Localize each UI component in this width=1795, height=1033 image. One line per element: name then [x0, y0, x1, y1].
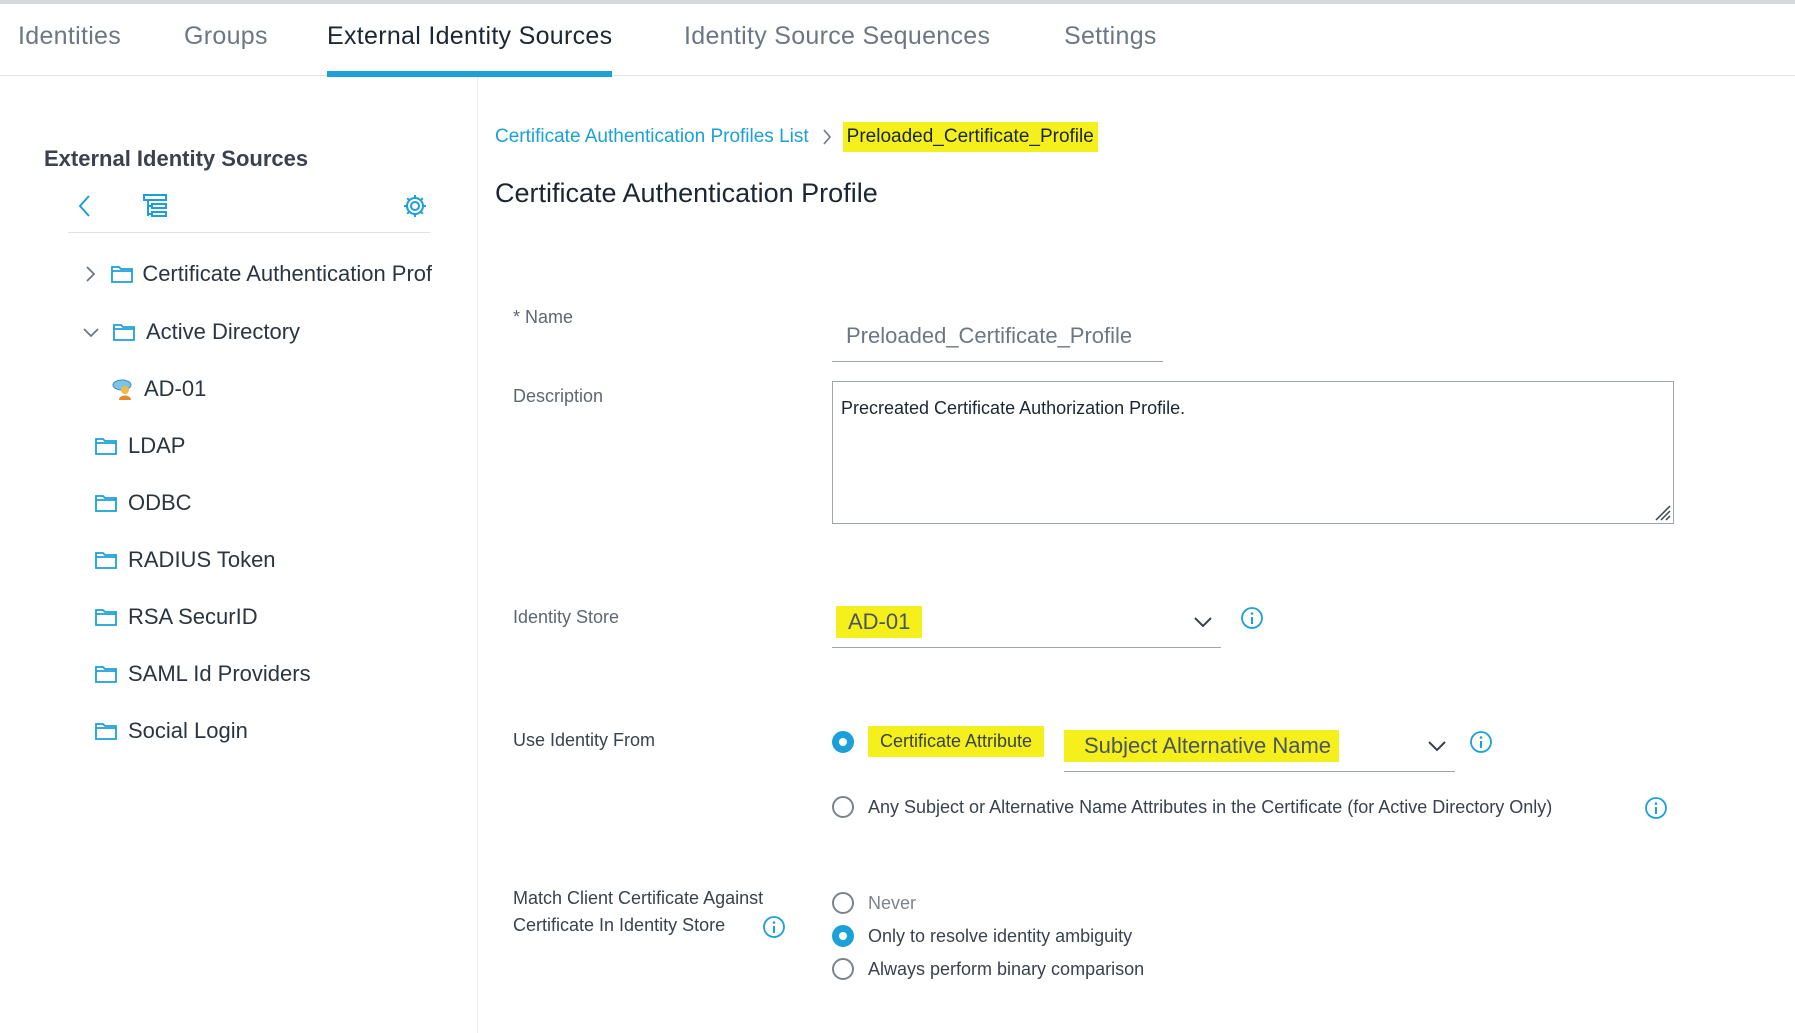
- radio-row-resolve-ambiguity[interactable]: Only to resolve identity ambiguity: [832, 925, 1132, 947]
- info-icon[interactable]: [1644, 796, 1668, 820]
- use-identity-from-label: Use Identity From: [513, 730, 656, 750]
- folder-icon: [94, 720, 120, 742]
- info-icon[interactable]: [1240, 606, 1264, 630]
- description-label: Description: [513, 386, 604, 406]
- resize-grip-icon[interactable]: [1651, 501, 1671, 521]
- tree-item-ad-01[interactable]: AD-01: [110, 369, 206, 409]
- tree-item-certificate-authentication-profile[interactable]: Certificate Authentication Profile: [78, 254, 432, 294]
- chevron-down-icon: [1428, 741, 1446, 752]
- tree-item-radius-token[interactable]: RADIUS Token: [94, 540, 276, 580]
- sidebar-title: External Identity Sources: [44, 146, 309, 171]
- chevron-down-icon: [1194, 617, 1212, 628]
- sidebar-toolbar: [68, 183, 430, 233]
- tree-item-active-directory[interactable]: Active Directory: [78, 312, 300, 352]
- tab-bar: Identities Groups External Identity Sour…: [0, 4, 1795, 77]
- radio-binary-comparison[interactable]: [832, 958, 854, 980]
- chevron-left-icon[interactable]: [68, 189, 102, 223]
- name-input[interactable]: [832, 310, 1163, 362]
- gear-icon[interactable]: [398, 189, 432, 223]
- folder-icon: [110, 263, 134, 285]
- never-label: Never: [868, 892, 917, 913]
- radio-resolve-ambiguity[interactable]: [832, 925, 854, 947]
- info-icon[interactable]: [1469, 730, 1493, 754]
- tree-item-label: LDAP: [128, 433, 186, 458]
- certificate-attribute-label: Certificate Attribute: [868, 726, 1045, 757]
- tree-item-odbc[interactable]: ODBC: [94, 483, 192, 523]
- folder-icon: [94, 663, 120, 685]
- folder-icon: [94, 606, 120, 628]
- required-mark: *: [513, 307, 521, 327]
- page-title: Certificate Authentication Profile: [495, 178, 878, 208]
- radio-certificate-attribute[interactable]: [832, 730, 854, 753]
- identity-store-value: AD-01: [836, 606, 923, 638]
- tab-identities[interactable]: Identities: [18, 22, 121, 76]
- tree-item-rsa-securid[interactable]: RSA SecurID: [94, 597, 258, 637]
- resolve-ambiguity-label: Only to resolve identity ambiguity: [868, 925, 1133, 946]
- radio-row-never[interactable]: Never: [832, 892, 916, 914]
- tab-groups[interactable]: Groups: [184, 22, 268, 76]
- tree-item-label: ODBC: [128, 490, 192, 515]
- folder-icon: [112, 321, 138, 343]
- tree-item-label: SAML Id Providers: [128, 661, 311, 686]
- tab-settings[interactable]: Settings: [1064, 22, 1157, 76]
- breadcrumb-current: Preloaded_Certificate_Profile: [842, 122, 1098, 152]
- tree-item-saml-id-providers[interactable]: SAML Id Providers: [94, 654, 311, 694]
- tree-item-ldap[interactable]: LDAP: [94, 426, 185, 466]
- tree-item-label: Active Directory: [146, 319, 301, 344]
- chevron-right-icon: [821, 127, 833, 147]
- tree-item-label: RADIUS Token: [128, 547, 276, 572]
- match-client-certificate-label-line2: Certificate In Identity Store: [513, 915, 726, 935]
- info-icon[interactable]: [762, 915, 786, 939]
- binary-comparison-label: Always perform binary comparison: [868, 958, 1145, 979]
- identity-store-label: Identity Store: [513, 607, 620, 627]
- chevron-right-icon[interactable]: [78, 261, 102, 287]
- folder-icon: [94, 435, 120, 457]
- radio-row-any-subject[interactable]: Any Subject or Alternative Name Attribut…: [832, 796, 1552, 818]
- identity-store-select[interactable]: AD-01: [832, 598, 1221, 648]
- tab-identity-source-sequences[interactable]: Identity Source Sequences: [684, 22, 990, 76]
- tree-item-label: Certificate Authentication Profile: [142, 261, 432, 286]
- sidebar: External Identity Sources Certificate Au…: [0, 77, 478, 1033]
- page: Identities Groups External Identity Sour…: [0, 0, 1795, 1033]
- tree-item-social-login[interactable]: Social Login: [94, 711, 248, 751]
- tree-item-label: AD-01: [144, 376, 207, 401]
- match-client-certificate-label-line1: Match Client Certificate Against: [513, 888, 764, 908]
- tree-view-icon[interactable]: [138, 189, 172, 223]
- certificate-attribute-value: Subject Alternative Name: [1064, 730, 1340, 762]
- radio-row-binary-comparison[interactable]: Always perform binary comparison: [832, 958, 1144, 980]
- chevron-down-icon[interactable]: [78, 319, 104, 345]
- breadcrumb-link-profiles-list[interactable]: Certificate Authentication Profiles List: [495, 126, 809, 148]
- radio-row-certificate-attribute[interactable]: Certificate Attribute: [832, 726, 1045, 757]
- breadcrumb: Certificate Authentication Profiles List…: [495, 119, 1098, 155]
- name-label-text: Name: [525, 307, 574, 327]
- tree-item-label: Social Login: [128, 718, 248, 743]
- description-textarea[interactable]: Precreated Certificate Authorization Pro…: [832, 381, 1674, 524]
- tree-item-label: RSA SecurID: [128, 604, 258, 629]
- radio-never[interactable]: [832, 892, 854, 914]
- radio-any-subject[interactable]: [832, 796, 854, 818]
- ad-domain-icon: [110, 378, 136, 400]
- certificate-attribute-select[interactable]: Subject Alternative Name: [1064, 722, 1455, 772]
- any-subject-label: Any Subject or Alternative Name Attribut…: [868, 796, 1553, 817]
- tab-external-identity-sources[interactable]: External Identity Sources: [327, 22, 613, 77]
- folder-icon: [94, 492, 120, 514]
- folder-icon: [94, 549, 120, 571]
- name-label: * Name: [513, 307, 573, 328]
